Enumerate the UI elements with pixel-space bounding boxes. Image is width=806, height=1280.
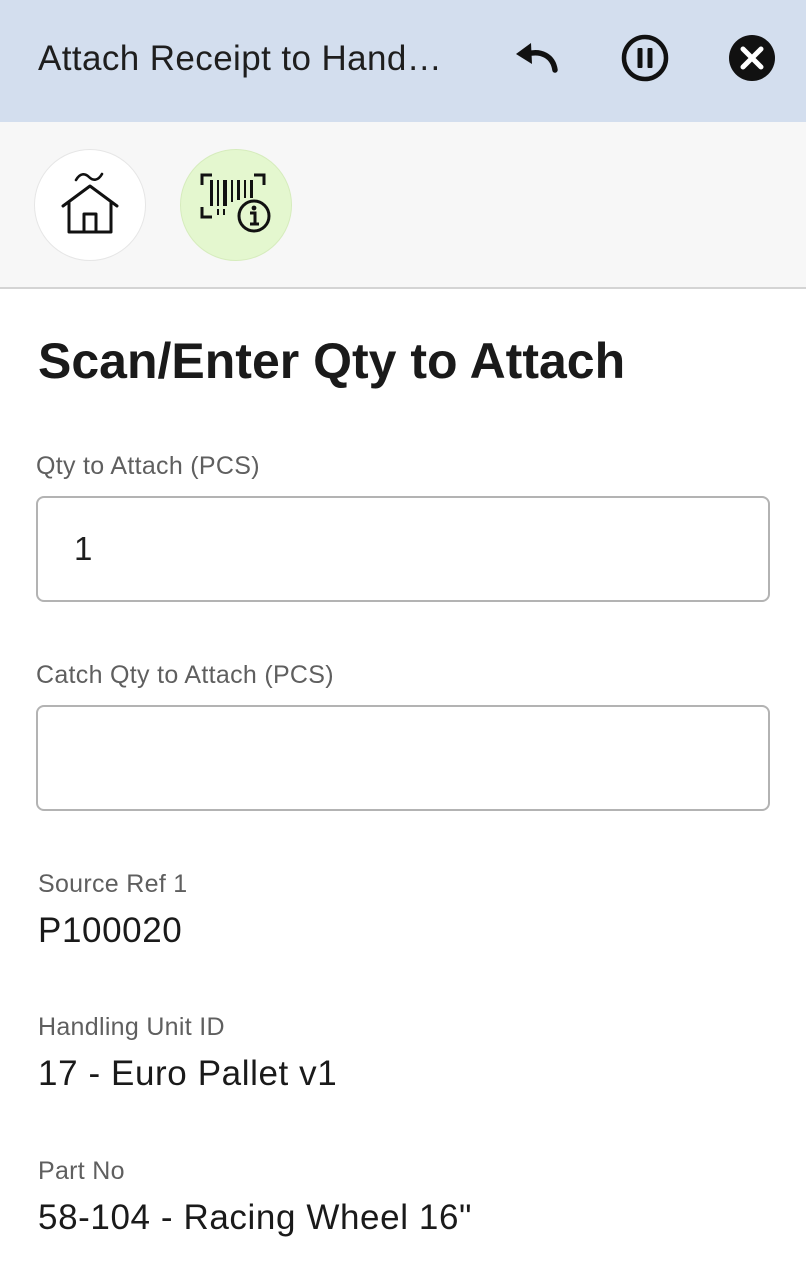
- undo-button[interactable]: [508, 30, 564, 86]
- part-no-label: Part No: [38, 1157, 125, 1185]
- source-ref-label: Source Ref 1: [38, 870, 188, 898]
- toolbar: [0, 122, 806, 289]
- home-button[interactable]: [34, 149, 146, 261]
- close-button[interactable]: [724, 30, 780, 86]
- pause-button[interactable]: [617, 30, 673, 86]
- part-no-value: 58-104 - Racing Wheel 16": [38, 1198, 473, 1237]
- page-title: Scan/Enter Qty to Attach: [38, 333, 626, 389]
- undo-icon: [511, 40, 561, 76]
- source-ref-value: P100020: [38, 911, 183, 950]
- pause-circle-icon: [620, 33, 670, 83]
- app-root: Attach Receipt to Hand… Scan/Enter Qty t…: [0, 0, 806, 1280]
- scan-info-button[interactable]: [180, 149, 292, 261]
- header-bar: Attach Receipt to Hand…: [0, 0, 806, 122]
- header-title: Attach Receipt to Hand…: [38, 39, 443, 78]
- home-icon: [59, 168, 121, 243]
- qty-label: Qty to Attach (PCS): [36, 452, 260, 480]
- handling-unit-label: Handling Unit ID: [38, 1013, 225, 1041]
- barcode-info-icon: [198, 171, 274, 240]
- handling-unit-value: 17 - Euro Pallet v1: [38, 1054, 338, 1093]
- catch-qty-input[interactable]: [36, 705, 770, 811]
- catch-qty-label: Catch Qty to Attach (PCS): [36, 661, 334, 689]
- close-circle-icon: [727, 33, 777, 83]
- qty-input[interactable]: [36, 496, 770, 602]
